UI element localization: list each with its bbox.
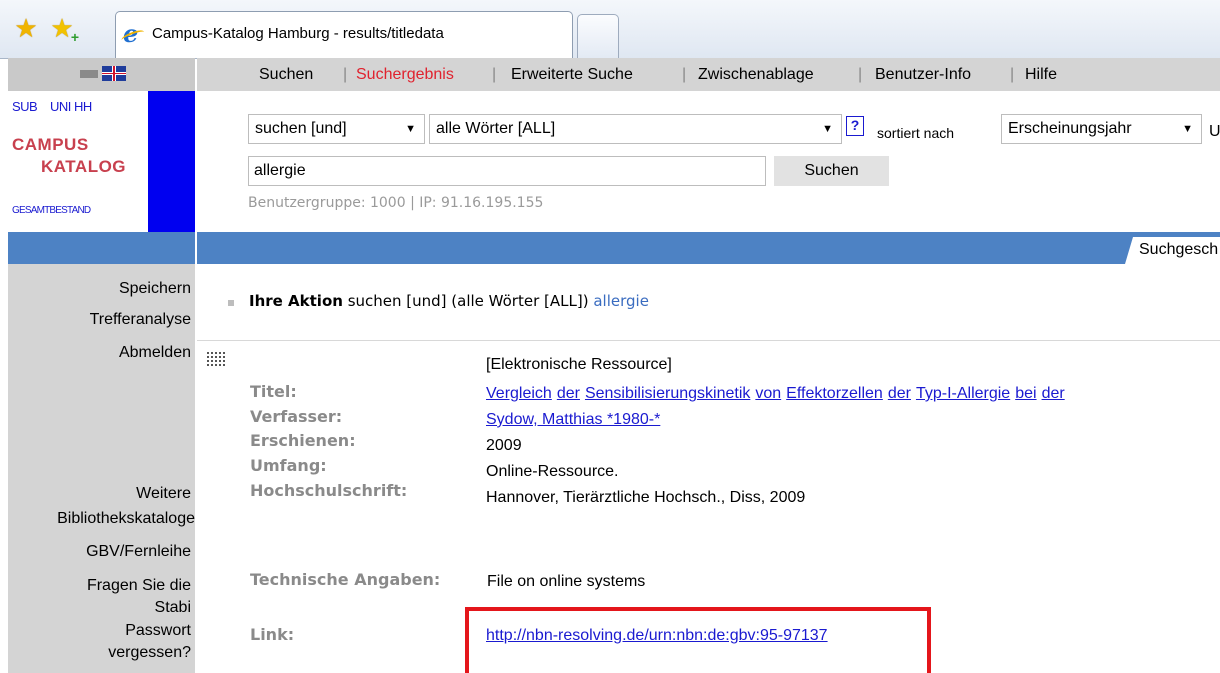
title-word-link[interactable]: bei (1015, 385, 1036, 402)
sidebar-item-gbv-fernleihe[interactable]: GBV/Fernleihe (86, 541, 191, 563)
search-input[interactable] (248, 156, 766, 186)
erschienen-label: Erschienen: (250, 431, 356, 450)
operator-select[interactable]: suchen [und] ▼ (248, 114, 425, 144)
link-label: Link: (250, 625, 295, 644)
technische-angaben-value: File on online systems (487, 573, 646, 590)
logo-campus: CAMPUS (12, 135, 89, 154)
sidebar-label-weitere: Weitere (136, 485, 191, 502)
sidebar-label-passwort: Passwort (125, 622, 191, 639)
action-term-link[interactable]: allergie (593, 292, 649, 310)
sidebar-item-passwort[interactable]: Passwort vergessen? (108, 620, 191, 664)
chevron-down-icon: ▼ (405, 123, 416, 135)
nav-separator: | (1010, 66, 1015, 83)
nav-separator: | (343, 66, 348, 83)
nav-erweiterte-suche[interactable]: Erweiterte Suche (511, 66, 633, 84)
operator-select-value: suchen [und] (255, 120, 347, 137)
sidebar-label-bibliothekskataloge: Bibliothekskataloge (57, 510, 195, 527)
action-line: Ihre Aktion suchen [und] (alle Wörter [A… (249, 292, 649, 310)
erschienen-value: 2009 (486, 437, 522, 454)
title-word-link[interactable]: der (1042, 385, 1065, 402)
field-select-value: alle Wörter [ALL] (436, 120, 556, 137)
favorites-star-icon[interactable]: ★ (12, 14, 40, 42)
hochschulschrift-label: Hochschulschrift: (250, 481, 408, 500)
nav-suchergebnis[interactable]: Suchergebnis (356, 66, 454, 84)
help-button[interactable]: ? (846, 116, 864, 136)
sort-select-value: Erscheinungsjahr (1008, 120, 1132, 137)
logo-gesamtbestand: GESAMTBESTAND (12, 205, 91, 216)
sidebar-item-speichern[interactable]: Speichern (119, 278, 191, 300)
campus-katalog-logo[interactable]: SUB UNI HH CAMPUS KATALOG GESAMTBESTAND (8, 91, 195, 232)
search-form: suchen [und] ▼ alle Wörter [ALL] ▼ ? sor… (197, 91, 1220, 232)
tab-title: Campus-Katalog Hamburg - results/titleda… (152, 25, 444, 42)
nav-separator: | (492, 66, 497, 83)
nav-separator: | (858, 66, 863, 83)
language-switch[interactable] (80, 66, 126, 81)
highlight-annotation-box (465, 607, 931, 673)
divider (197, 340, 1220, 341)
language-bar (8, 58, 195, 91)
title-word-link[interactable]: der (888, 385, 911, 402)
record-type: [Elektronische Ressource] (486, 356, 672, 373)
logo-uni-hh: UNI HH (50, 99, 92, 114)
sidebar-label-vergessen: vergessen? (108, 644, 191, 661)
usergroup-info: Benutzergruppe: 1000 | IP: 91.16.195.155 (248, 195, 544, 211)
sidebar-item-weitere-kataloge[interactable]: Weitere Bibliothekskataloge (57, 483, 195, 530)
left-blue-bar (8, 232, 195, 264)
online-resource-icon (207, 352, 225, 370)
results-blue-bar: Suchgesch (197, 232, 1220, 264)
nav-zwischenablage[interactable]: Zwischenablage (698, 66, 814, 84)
sidebar-item-fragen-stabi[interactable]: Fragen Sie die Stabi (87, 575, 191, 619)
results-content: Ihre Aktion suchen [und] (alle Wörter [A… (197, 264, 1220, 673)
title-word-link[interactable]: der (557, 385, 580, 402)
nav-benutzer-info[interactable]: Benutzer-Info (875, 66, 971, 84)
field-select[interactable]: alle Wörter [ALL] ▼ (429, 114, 842, 144)
sorted-by-label: sortiert nach (877, 125, 955, 141)
umfang-value: Online-Ressource. (486, 463, 619, 480)
bullet-icon (228, 300, 234, 306)
clipped-label: U (1209, 123, 1220, 140)
uk-flag-icon[interactable] (102, 66, 126, 81)
sidebar-item-trefferanalyse[interactable]: Trefferanalyse (90, 309, 191, 331)
ie-logo-icon: e (123, 22, 145, 46)
titel-label: Titel: (250, 382, 297, 401)
logo-sub: SUB (12, 99, 38, 114)
search-history-label: Suchgesch (1139, 241, 1219, 258)
chevron-down-icon: ▼ (822, 123, 833, 135)
sort-select[interactable]: Erscheinungsjahr ▼ (1001, 114, 1202, 144)
verfasser-label: Verfasser: (250, 407, 343, 426)
title-word-link[interactable]: Sensibilisierungskinetik (585, 385, 750, 402)
sidebar-item-abmelden[interactable]: Abmelden (119, 342, 191, 364)
title-word-link[interactable]: von (755, 385, 781, 402)
verfasser-link[interactable]: Sydow, Matthias *1980-* (486, 411, 660, 429)
action-text: suchen [und] (alle Wörter [ALL]) (347, 292, 589, 310)
browser-tab-bar: ★ ★ + e Campus-Katalog Hamburg - results/… (0, 0, 1220, 59)
sidebar-label-fragen: Fragen Sie die (86, 577, 191, 594)
left-sidebar: Speichern Trefferanalyse Abmelden Weiter… (8, 264, 195, 673)
sidebar-label-stabi: Stabi (154, 599, 191, 616)
titel-value: Vergleich der Sensibilisierungskinetik von E… (486, 385, 1070, 403)
browser-tab-active[interactable]: e Campus-Katalog Hamburg - results/title… (115, 11, 573, 58)
umfang-label: Umfang: (250, 456, 327, 475)
logo-blue-block (148, 91, 195, 232)
new-tab-button[interactable] (577, 14, 619, 58)
title-word-link[interactable]: Vergleich (486, 385, 552, 402)
nav-separator: | (682, 66, 687, 83)
german-flag-icon[interactable] (80, 70, 98, 78)
hochschulschrift-value: Hannover, Tierärztliche Hochsch., Diss, … (486, 489, 806, 506)
title-word-link[interactable]: Typ-I-Allergie (916, 385, 1010, 402)
chevron-down-icon: ▼ (1182, 123, 1193, 135)
technische-angaben-label: Technische Angaben: (250, 570, 441, 589)
logo-katalog: KATALOG (41, 157, 127, 176)
search-history-tab[interactable]: Suchgesch (1125, 237, 1220, 264)
add-favorite-icon[interactable]: ★ + (48, 14, 79, 44)
nav-hilfe[interactable]: Hilfe (1025, 66, 1057, 84)
top-navigation: Suchen | Suchergebnis | Erweiterte Suche… (197, 58, 1220, 91)
nav-suchen[interactable]: Suchen (259, 66, 313, 84)
search-button[interactable]: Suchen (774, 156, 889, 186)
title-word-link[interactable]: Effektorzellen (786, 385, 883, 402)
action-label: Ihre Aktion (249, 292, 343, 310)
